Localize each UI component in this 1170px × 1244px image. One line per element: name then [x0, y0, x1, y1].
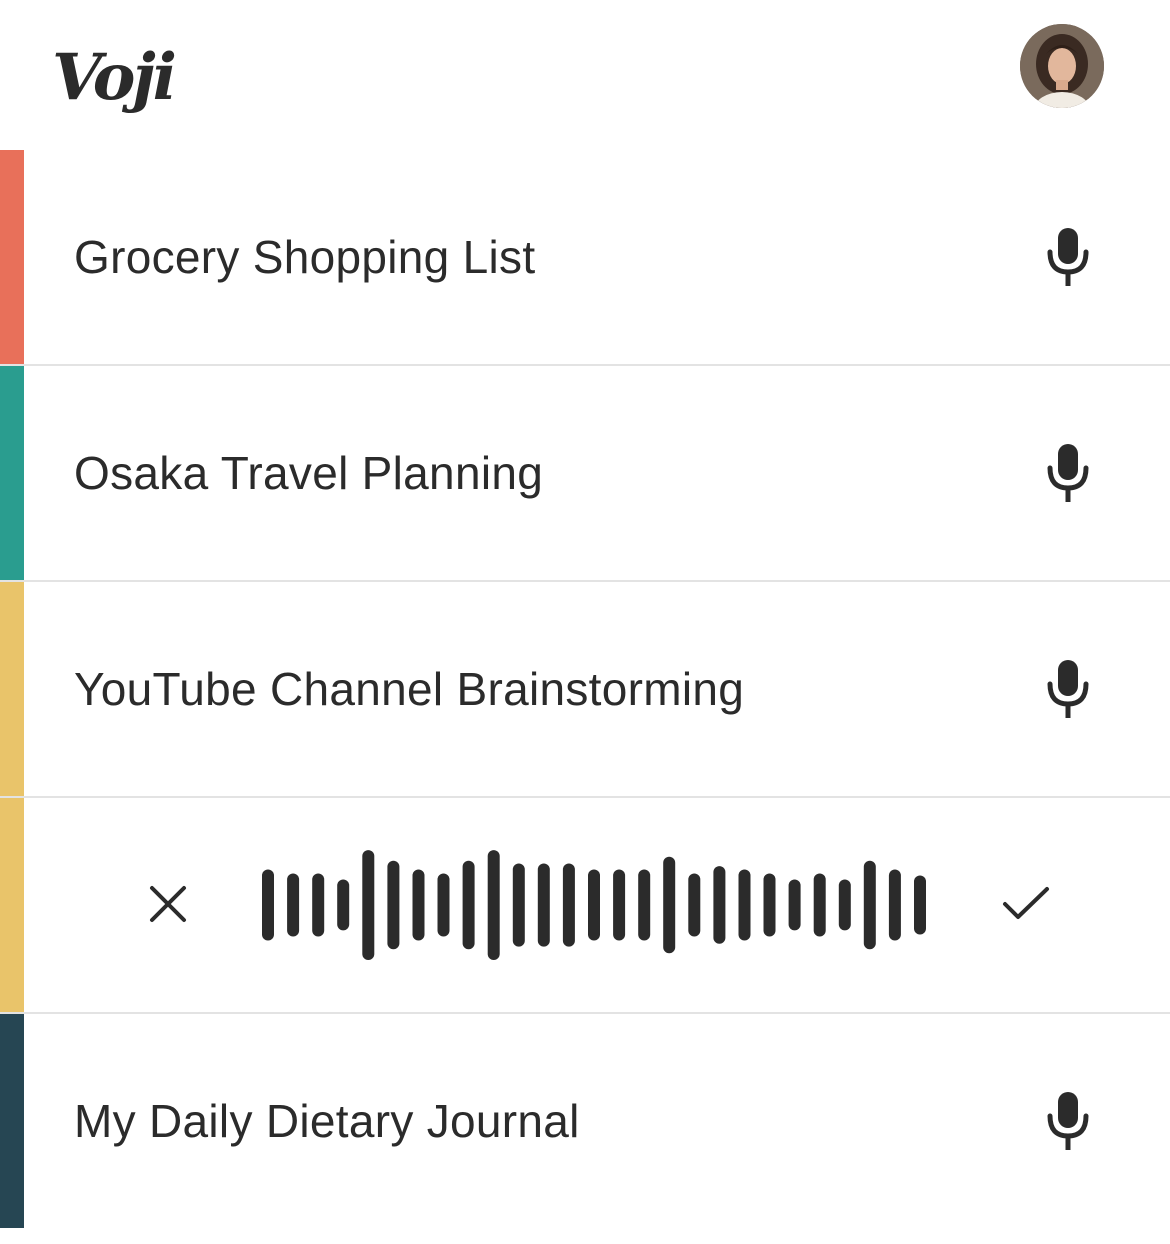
note-title: My Daily Dietary Journal — [74, 1095, 580, 1147]
microphone-icon[interactable] — [1044, 1092, 1092, 1150]
note-title: Osaka Travel Planning — [74, 447, 544, 499]
waveform-bar — [337, 879, 350, 931]
waveform-bar — [638, 869, 651, 941]
note-color-stripe — [0, 150, 24, 364]
waveform-bar — [537, 863, 550, 947]
waveform-bar — [763, 873, 776, 937]
note-row[interactable]: My Daily Dietary Journal — [0, 1014, 1170, 1228]
app-logo: Voji — [52, 40, 177, 115]
waveform-bar — [312, 873, 325, 937]
waveform-bar — [613, 869, 626, 941]
microphone-icon[interactable] — [1044, 444, 1092, 502]
waveform-bar — [688, 873, 701, 937]
note-color-stripe — [0, 798, 24, 1012]
waveform-bar — [512, 863, 525, 947]
avatar-portrait — [1020, 24, 1104, 108]
note-row[interactable]: Grocery Shopping List — [0, 150, 1170, 366]
waveform-bar — [287, 873, 300, 937]
waveform-bar — [562, 863, 575, 947]
waveform-bar — [888, 869, 901, 941]
waveform-bar — [387, 860, 400, 950]
waveform-bar — [462, 860, 475, 950]
note-row[interactable]: Osaka Travel Planning — [0, 366, 1170, 582]
notes-list: Grocery Shopping List Osaka Travel Plann… — [0, 150, 1170, 1228]
note-color-stripe — [0, 366, 24, 580]
waveform-bar — [738, 869, 751, 941]
waveform-bar — [813, 873, 826, 937]
waveform-bar — [788, 879, 801, 931]
note-title: Grocery Shopping List — [74, 231, 536, 283]
waveform-bar — [663, 856, 676, 954]
user-avatar[interactable] — [1020, 24, 1104, 108]
waveform-bar — [914, 875, 926, 935]
waveform-bar — [262, 869, 274, 941]
note-color-stripe — [0, 582, 24, 796]
waveform-bar — [412, 869, 425, 941]
waveform-bar — [588, 869, 600, 941]
microphone-icon[interactable] — [1044, 228, 1092, 286]
note-row[interactable]: YouTube Channel Brainstorming — [0, 582, 1170, 798]
close-icon[interactable] — [146, 882, 190, 926]
waveform-bar — [863, 860, 876, 950]
waveform-bar — [362, 850, 375, 960]
microphone-icon[interactable] — [1044, 660, 1092, 718]
waveform-bar — [713, 866, 726, 944]
audio-waveform — [262, 850, 926, 960]
waveform-bar — [487, 850, 500, 960]
recording-row — [0, 798, 1170, 1014]
note-title: YouTube Channel Brainstorming — [74, 663, 745, 715]
waveform-bar — [838, 879, 851, 931]
note-color-stripe — [0, 1014, 24, 1228]
waveform-bar — [437, 873, 450, 937]
check-icon[interactable] — [1000, 884, 1052, 924]
app-header: Voji — [0, 0, 1170, 150]
